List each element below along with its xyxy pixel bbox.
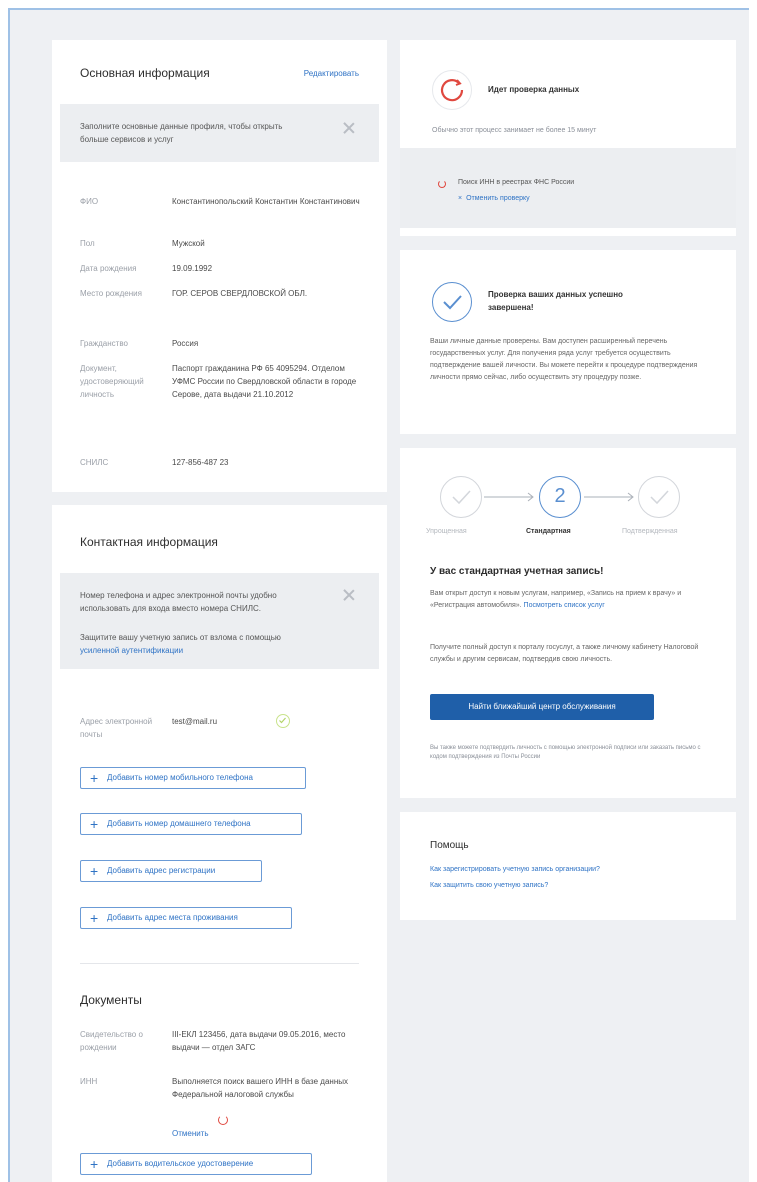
verified-text: Ваши личные данные проверены. Вам доступ… — [430, 338, 698, 381]
contact-notice-text-1: Номер телефона и адрес электронной почты… — [80, 591, 277, 613]
info-row-label: Пол — [80, 239, 95, 248]
info-row: СНИЛС 127-856-487 23 — [80, 456, 370, 470]
account-footnote: Вы также можете подтвердить личность с п… — [430, 745, 701, 760]
info-row: Место рождения ГОР. СЕРОВ СВЕРДЛОВСКОЙ ОБ… — [80, 287, 370, 317]
contact-info-notice: Номер телефона и адрес электронной почты… — [60, 573, 379, 669]
close-icon[interactable] — [343, 589, 355, 601]
plus-icon: + — [90, 1156, 99, 1172]
step-2-number: 2 — [554, 485, 566, 507]
document-row-birth: Свидетельство о рождении III-ЕКЛ 123456,… — [80, 1028, 370, 1058]
cancel-verification-label: Отменить проверку — [466, 195, 530, 202]
info-row-label: Гражданство — [80, 339, 128, 348]
add-residence-address-button[interactable]: + Добавить адрес места проживания — [80, 907, 292, 929]
info-row-label: ФИО — [80, 197, 99, 206]
verified-check-icon — [276, 714, 290, 728]
strong-auth-link[interactable]: усиленной аутентификации — [80, 646, 183, 655]
help-title: Помощь — [430, 840, 469, 851]
info-row-value: 127-856-487 23 — [172, 458, 229, 467]
basic-info-card: Основная информация Редактировать Заполн… — [52, 40, 387, 492]
document-label: ИНН — [80, 1077, 98, 1086]
step-3-label: Подтвержденная — [622, 528, 678, 535]
step-arrow-icon — [584, 492, 634, 502]
add-mobile-phone-button[interactable]: + Добавить номер мобильного телефона — [80, 767, 306, 789]
info-row-value: ГОР. СЕРОВ СВЕРДЛОВСКОЙ ОБЛ. — [172, 289, 308, 298]
email-label: Адрес электронной почты — [80, 717, 153, 739]
contact-info-title: Контактная информация — [80, 535, 218, 549]
verifying-item-box: Поиск ИНН в реестрах ФНС России × Отменит… — [400, 148, 736, 228]
step-1-label: Упрощенная — [426, 528, 467, 535]
help-link-security[interactable]: Как защитить свою учетную запись? — [430, 882, 548, 889]
info-row: ФИО Константинопольский Константин Конста… — [80, 195, 370, 225]
info-row-label: Документ, удостоверяющий личность — [80, 364, 144, 399]
info-row-value: 19.09.1992 — [172, 264, 213, 273]
step-1-check-icon — [440, 476, 482, 518]
cancel-verification-link[interactable]: × Отменить проверку — [458, 195, 530, 202]
document-value: III-ЕКЛ 123456, дата выдачи 09.05.2016, … — [172, 1030, 346, 1052]
document-row-inn: ИНН Выполняется поиск вашего ИНН в базе … — [80, 1075, 370, 1135]
plus-icon: + — [90, 770, 99, 786]
documents-title: Документы — [80, 993, 142, 1007]
basic-info-title: Основная информация — [80, 66, 210, 80]
find-service-center-button[interactable]: Найти ближайший центр обслуживания — [430, 694, 654, 720]
contact-info-card: Контактная информация Номер телефона и а… — [52, 505, 387, 1182]
verifying-subtitle: Обычно этот процесс занимает не более 15… — [432, 127, 597, 134]
info-row: Документ, удостоверяющий личность Паспорт… — [80, 362, 370, 442]
progress-icon — [438, 180, 446, 188]
account-title: У вас стандартная учетная запись! — [430, 566, 604, 577]
info-row-label: Место рождения — [80, 289, 142, 298]
info-row-value: Константинопольский Константин Константи… — [172, 197, 360, 206]
info-row: Гражданство Россия — [80, 337, 370, 351]
basic-info-notice-text: Заполните основные данные профиля, чтобы… — [80, 122, 283, 144]
step-2-label: Стандартная — [526, 528, 571, 535]
add-driver-license-button[interactable]: + Добавить водительское удостоверение — [80, 1153, 312, 1175]
step-2-current: 2 — [539, 476, 581, 518]
info-row-label: Дата рождения — [80, 264, 137, 273]
progress-icon — [218, 1115, 228, 1125]
add-mobile-phone-label: Добавить номер мобильного телефона — [107, 773, 253, 782]
add-registration-address-label: Добавить адрес регистрации — [107, 866, 216, 875]
help-link-organization[interactable]: Как зарегистрировать учетную запись орга… — [430, 866, 600, 873]
section-divider — [80, 963, 359, 964]
verifying-title: Идет проверка данных — [488, 85, 580, 94]
info-row: Пол Мужской — [80, 237, 370, 251]
help-card: Помощь Как зарегистрировать учетную запи… — [400, 812, 736, 920]
verified-title: Проверка ваших данных успешно завершена! — [488, 290, 623, 312]
info-row-value: Паспорт гражданина РФ 65 4095294. Отдело… — [172, 364, 357, 399]
contact-notice-line2: Защитите вашу учетную запись от взлома с… — [80, 633, 281, 642]
plus-icon: + — [90, 816, 99, 832]
account-level-card: 2 Упрощенная Стандартная Подтвержденная … — [400, 448, 736, 798]
verified-card: Проверка ваших данных успешно завершена!… — [400, 250, 736, 434]
progress-spinner-icon — [432, 70, 472, 110]
plus-icon: + — [90, 863, 99, 879]
add-residence-address-label: Добавить адрес места проживания — [107, 913, 238, 922]
services-list-link[interactable]: Посмотреть список услуг — [524, 602, 605, 609]
document-value: Выполняется поиск вашего ИНН в базе данн… — [172, 1077, 348, 1099]
check-circle-icon — [432, 282, 472, 322]
close-icon: × — [458, 195, 463, 202]
contact-notice-text-2: Защитите вашу учетную запись от взлома с… — [80, 631, 320, 657]
basic-info-notice: Заполните основные данные профиля, чтобы… — [60, 104, 379, 162]
email-row: Адрес электронной почты test@mail.ru — [80, 714, 370, 743]
info-row-value: Россия — [172, 339, 199, 348]
info-row: Дата рождения 19.09.1992 — [80, 262, 370, 276]
cancel-inn-search-link[interactable]: Отменить — [172, 1129, 209, 1138]
document-label: Свидетельство о рождении — [80, 1030, 143, 1052]
step-arrow-icon — [484, 492, 534, 502]
add-driver-license-label: Добавить водительское удостоверение — [107, 1159, 254, 1168]
add-registration-address-button[interactable]: + Добавить адрес регистрации — [80, 860, 262, 882]
verifying-card: Идет проверка данных Обычно этот процесс… — [400, 40, 736, 236]
close-icon[interactable] — [343, 122, 355, 134]
email-value: test@mail.ru — [172, 717, 218, 726]
plus-icon: + — [90, 910, 99, 926]
account-text-1: Вам открыт доступ к новым услугам, напри… — [430, 588, 700, 612]
account-steps: 2 Упрощенная Стандартная Подтвержденная — [400, 476, 736, 536]
account-text-2: Получите полный доступ к порталу госуслу… — [430, 644, 699, 663]
add-home-phone-label: Добавить номер домашнего телефона — [107, 819, 251, 828]
info-row-label: СНИЛС — [80, 458, 109, 467]
info-row-value: Мужской — [172, 239, 205, 248]
step-3-check-icon — [638, 476, 680, 518]
verifying-item-text: Поиск ИНН в реестрах ФНС России — [458, 179, 575, 186]
edit-link[interactable]: Редактировать — [304, 69, 359, 78]
add-home-phone-button[interactable]: + Добавить номер домашнего телефона — [80, 813, 302, 835]
